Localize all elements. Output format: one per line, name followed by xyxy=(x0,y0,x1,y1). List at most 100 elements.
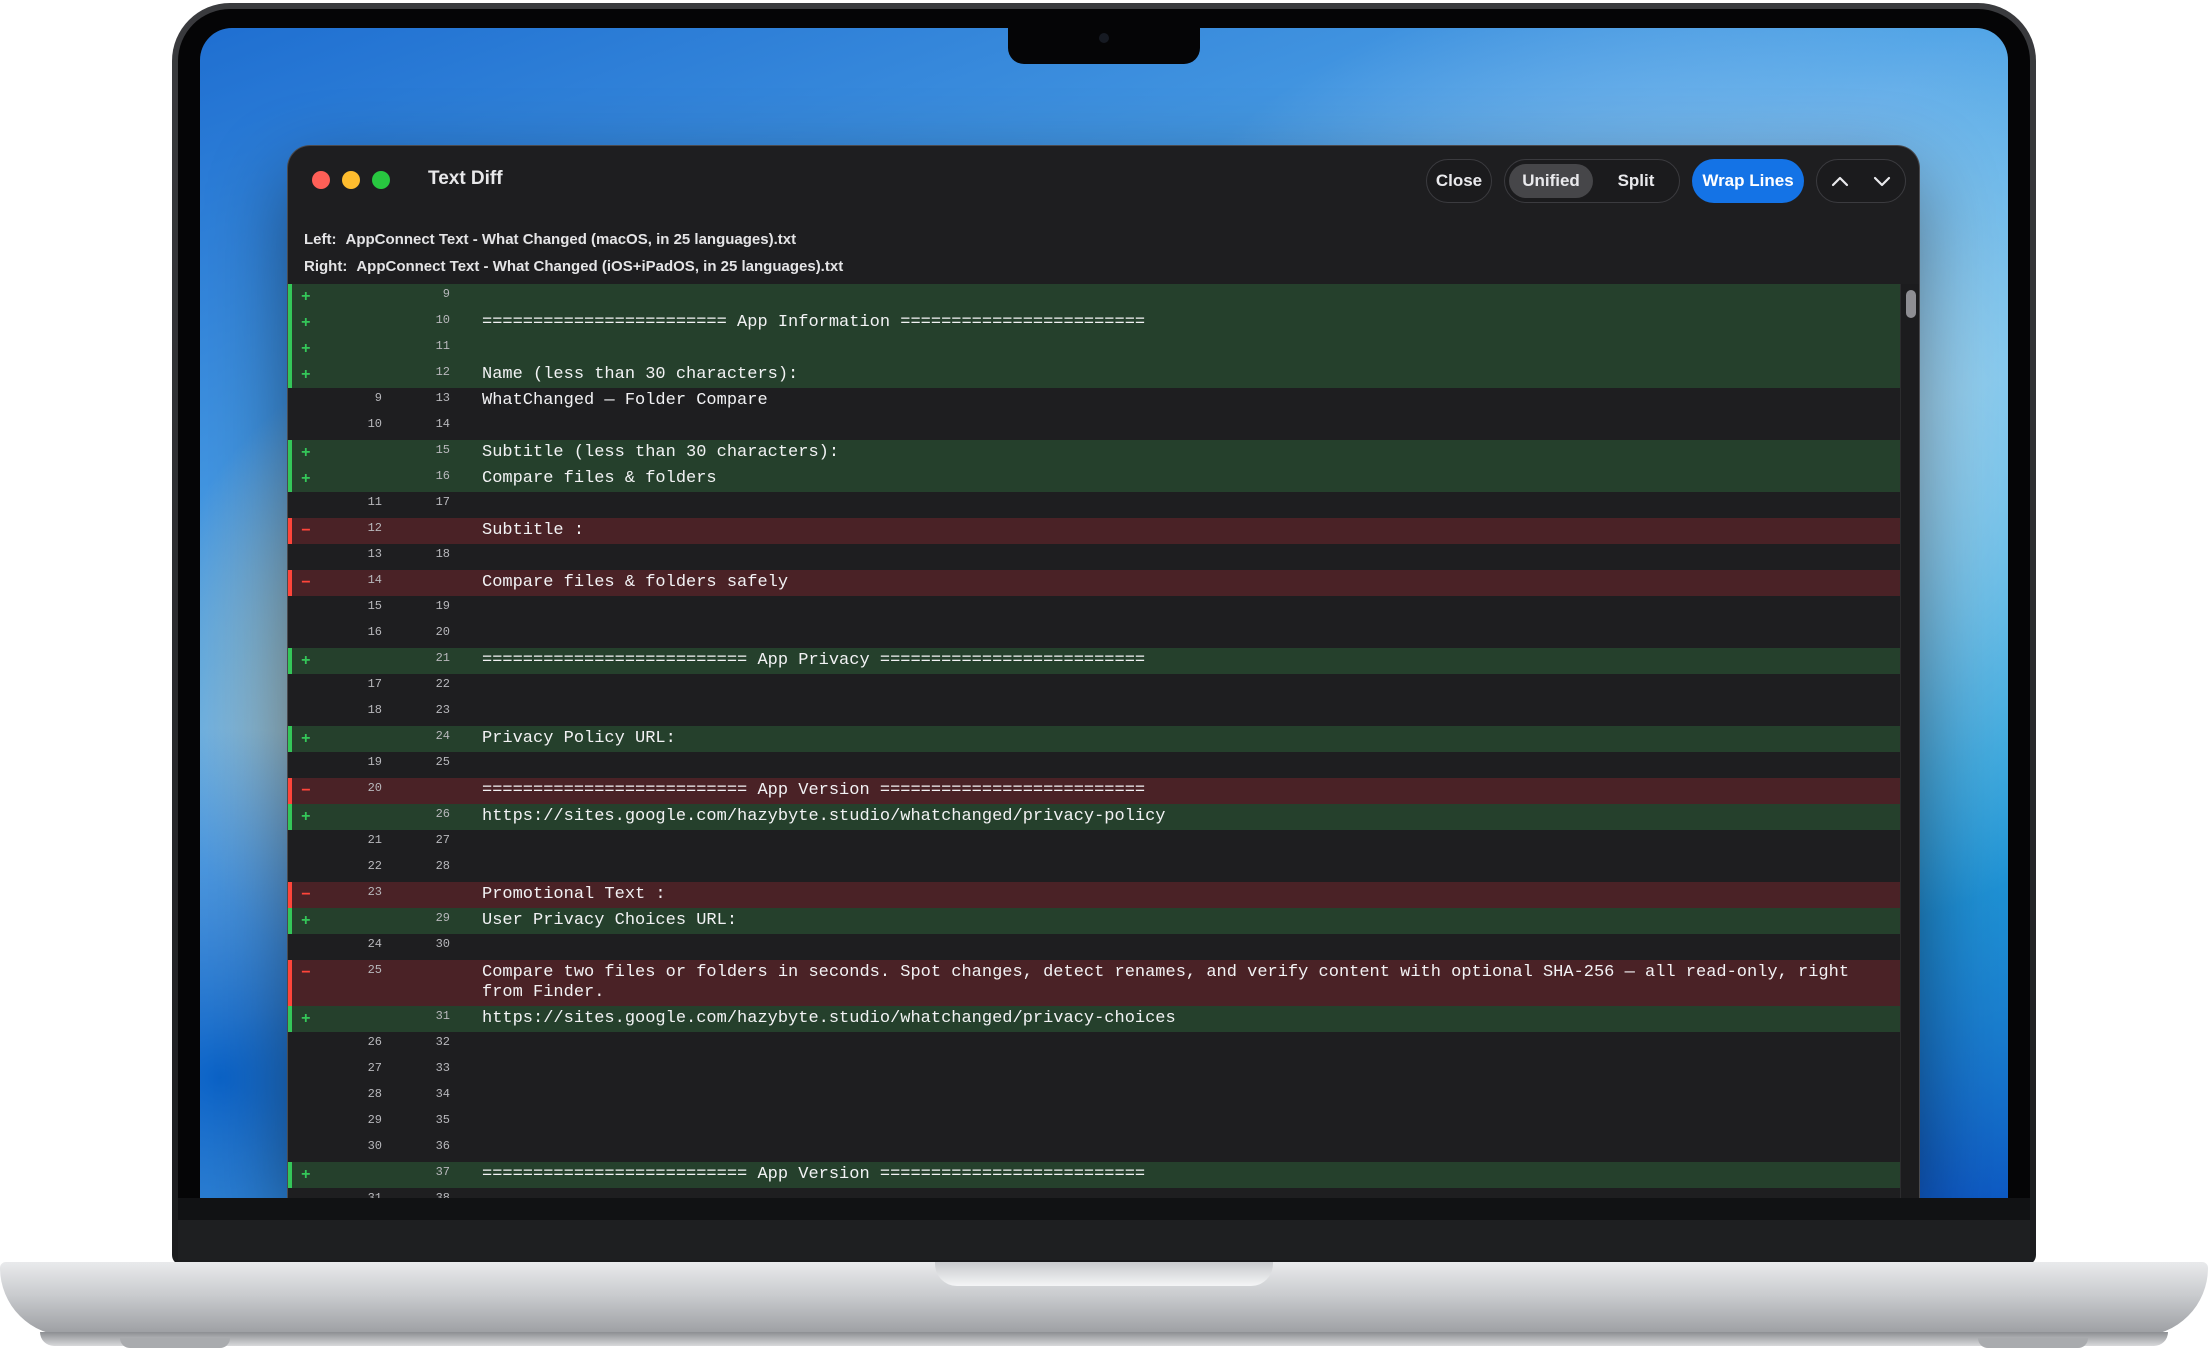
right-line-number: 15 xyxy=(435,443,450,457)
diff-row[interactable]: +29 User Privacy Choices URL: xyxy=(288,908,1900,934)
diff-row[interactable]: 29 35 xyxy=(288,1110,1900,1136)
line-text xyxy=(482,752,1900,778)
change-marker: + xyxy=(301,444,311,462)
left-line-number: 9 xyxy=(374,391,382,405)
left-line-number: 30 xyxy=(367,1139,382,1153)
left-line-number: 27 xyxy=(367,1061,382,1075)
diff-row[interactable]: 15 19 xyxy=(288,596,1900,622)
line-text: Promotional Text : xyxy=(482,885,666,904)
title-bar: Text Diff Close Unified Split Wrap Lines xyxy=(288,146,1919,214)
laptop-base-edge xyxy=(40,1332,2168,1346)
line-text xyxy=(482,856,1900,882)
diff-view[interactable]: +9 +10 ======================== App Inform… xyxy=(288,284,1900,1198)
diff-row[interactable]: − 23 Promotional Text : xyxy=(288,882,1900,908)
change-marker: − xyxy=(301,964,311,982)
split-view-button[interactable]: Split xyxy=(1597,164,1675,198)
minimize-window-icon[interactable] xyxy=(342,171,360,189)
diff-row[interactable]: − 20 ========================== App Versio… xyxy=(288,778,1900,804)
change-marker: − xyxy=(301,574,311,592)
diff-row[interactable]: 16 20 xyxy=(288,622,1900,648)
diff-row[interactable]: 28 34 xyxy=(288,1084,1900,1110)
change-marker: − xyxy=(301,782,311,800)
right-line-number: 20 xyxy=(435,625,450,639)
zoom-window-icon[interactable] xyxy=(372,171,390,189)
change-marker: + xyxy=(301,470,311,488)
line-text xyxy=(482,284,1900,310)
left-line-number: 24 xyxy=(367,937,382,951)
diff-row[interactable]: 31 38 xyxy=(288,1188,1900,1198)
diff-row[interactable]: +9 xyxy=(288,284,1900,310)
diff-row[interactable]: 30 36 xyxy=(288,1136,1900,1162)
line-text xyxy=(482,1136,1900,1162)
right-line-number: 23 xyxy=(435,703,450,717)
left-line-number: 31 xyxy=(367,1191,382,1198)
diff-row[interactable]: +12 Name (less than 30 characters): xyxy=(288,362,1900,388)
diff-row[interactable]: 17 22 xyxy=(288,674,1900,700)
change-marker: + xyxy=(301,366,311,384)
diff-row[interactable]: +15 Subtitle (less than 30 characters): xyxy=(288,440,1900,466)
line-text xyxy=(482,336,1900,362)
hinge xyxy=(178,1220,2030,1260)
line-text: User Privacy Choices URL: xyxy=(482,911,738,930)
line-text xyxy=(482,674,1900,700)
left-path-value: AppConnect Text - What Changed (macOS, i… xyxy=(345,231,797,248)
diff-row[interactable]: +11 xyxy=(288,336,1900,362)
diff-row[interactable]: 21 27 xyxy=(288,830,1900,856)
change-marker: + xyxy=(301,340,311,358)
diff-row[interactable]: 22 28 xyxy=(288,856,1900,882)
chevron-up-icon[interactable] xyxy=(1829,170,1851,192)
diff-row[interactable]: +31 https://sites.google.com/hazybyte.stu… xyxy=(288,1006,1900,1032)
right-line-number: 31 xyxy=(435,1009,450,1023)
diff-row[interactable]: +10 ======================== App Informat… xyxy=(288,310,1900,336)
close-button[interactable]: Close xyxy=(1426,159,1492,203)
diff-row[interactable]: +26 https://sites.google.com/hazybyte.stu… xyxy=(288,804,1900,830)
diff-row[interactable]: 10 14 xyxy=(288,414,1900,440)
window-title: Text Diff xyxy=(428,168,503,189)
diff-row[interactable]: +37 ========================== App Versio… xyxy=(288,1162,1900,1188)
right-line-number: 33 xyxy=(435,1061,450,1075)
right-line-number: 26 xyxy=(435,807,450,821)
wrap-lines-button[interactable]: Wrap Lines xyxy=(1692,159,1804,203)
close-window-icon[interactable] xyxy=(312,171,330,189)
left-line-number: 14 xyxy=(367,573,382,587)
diff-row[interactable]: 18 23 xyxy=(288,700,1900,726)
unified-view-button[interactable]: Unified xyxy=(1509,164,1593,198)
line-text: Subtitle : xyxy=(482,521,585,540)
diff-row[interactable]: 9 13 WhatChanged — Folder Compare xyxy=(288,388,1900,414)
line-text xyxy=(482,1032,1900,1058)
vertical-scrollbar[interactable] xyxy=(1900,284,1919,1198)
diff-row[interactable]: 19 25 xyxy=(288,752,1900,778)
right-line-number: 27 xyxy=(435,833,450,847)
laptop-foot-right xyxy=(1978,1338,2088,1348)
right-path-value: AppConnect Text - What Changed (iOS+iPad… xyxy=(356,258,844,275)
left-line-number: 28 xyxy=(367,1087,382,1101)
diff-row[interactable]: +21 ========================== App Privac… xyxy=(288,648,1900,674)
diff-row[interactable]: 13 18 xyxy=(288,544,1900,570)
line-text: Name (less than 30 characters): xyxy=(482,365,799,384)
line-text xyxy=(482,1110,1900,1136)
chevron-down-icon[interactable] xyxy=(1871,170,1893,192)
diff-row[interactable]: 26 32 xyxy=(288,1032,1900,1058)
right-line-number: 38 xyxy=(435,1191,450,1198)
line-text: Privacy Policy URL: xyxy=(482,729,676,748)
right-line-number: 28 xyxy=(435,859,450,873)
diff-row[interactable]: 11 17 xyxy=(288,492,1900,518)
left-line-number: 25 xyxy=(367,963,382,977)
diff-row[interactable]: − 12 Subtitle : xyxy=(288,518,1900,544)
diff-row[interactable]: 24 30 xyxy=(288,934,1900,960)
left-line-number: 21 xyxy=(367,833,382,847)
diff-row[interactable]: − 14 Compare files & folders safely xyxy=(288,570,1900,596)
line-text: Compare files & folders xyxy=(482,469,717,488)
diff-row[interactable]: +24 Privacy Policy URL: xyxy=(288,726,1900,752)
change-marker: − xyxy=(301,886,311,904)
camera-icon xyxy=(1099,33,1109,43)
change-marker: + xyxy=(301,314,311,332)
diff-row[interactable]: − 25 Compare two files or folders in secon… xyxy=(288,960,1900,1006)
left-line-number: 17 xyxy=(367,677,382,691)
right-line-number: 14 xyxy=(435,417,450,431)
scrollbar-thumb[interactable] xyxy=(1906,290,1916,318)
change-navigation xyxy=(1816,159,1906,203)
diff-row[interactable]: 27 33 xyxy=(288,1058,1900,1084)
line-text: Compare files & folders safely xyxy=(482,573,789,592)
diff-row[interactable]: +16 Compare files & folders xyxy=(288,466,1900,492)
